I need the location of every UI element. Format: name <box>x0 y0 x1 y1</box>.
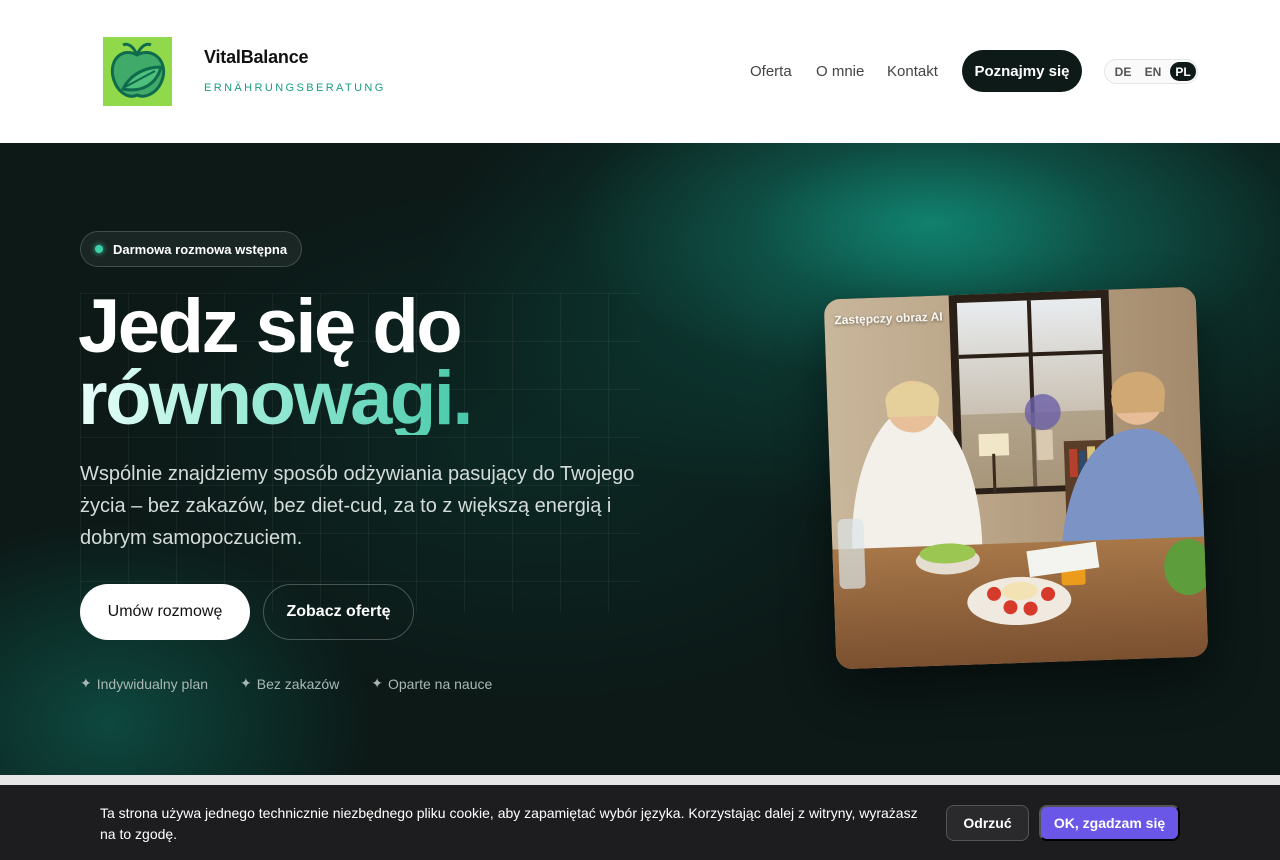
cookie-text: Ta strona używa jednego technicznie niez… <box>100 805 918 842</box>
status-dot-icon <box>95 245 103 253</box>
reject-cookies-button[interactable]: Odrzuć <box>946 805 1029 841</box>
lang-en[interactable]: EN <box>1141 62 1165 81</box>
sparkle-icon: ✦ <box>80 675 92 691</box>
lang-de[interactable]: DE <box>1111 62 1135 81</box>
apple-leaf-icon <box>103 37 172 106</box>
lets-meet-button[interactable]: Poznajmy się <box>962 50 1082 92</box>
hero-photo: Zastępczy obraz AI <box>823 286 1209 670</box>
feature-label: Indywidualny plan <box>96 675 209 692</box>
accept-cookies-button[interactable]: OK, zgadzam się <box>1039 805 1180 841</box>
section-divider <box>0 775 1280 785</box>
headline-line-2: równowagi. <box>78 356 474 441</box>
hero-headline: Jedz się do równowagi. <box>78 289 474 441</box>
sparkle-icon: ✦ <box>240 675 252 691</box>
feature-item: ✦ Indywidualny plan <box>80 675 208 692</box>
see-offer-button[interactable]: Zobacz ofertę <box>263 584 414 640</box>
lang-pl[interactable]: PL <box>1170 62 1196 81</box>
nav-kontakt[interactable]: Kontakt <box>887 63 938 80</box>
sparkle-icon: ✦ <box>371 675 383 691</box>
free-consultation-badge: Darmowa rozmowa wstępna <box>80 231 303 267</box>
nav-oferta[interactable]: Oferta <box>750 63 792 80</box>
book-call-button[interactable]: Umów rozmowę <box>80 584 250 640</box>
badge-text: Darmowa rozmowa wstępna <box>113 241 288 257</box>
language-switcher: DE EN PL <box>1104 59 1198 84</box>
brand-tagline: ERNÄHRUNGSBERATUNG <box>204 82 386 94</box>
nav-o-mnie[interactable]: O mnie <box>816 63 864 80</box>
consultation-photo-illustration <box>823 286 1209 670</box>
brand-name[interactable]: VitalBalance <box>204 47 309 68</box>
feature-list: ✦ Indywidualny plan ✦ Bez zakazów ✦ Opar… <box>80 675 492 692</box>
feature-item: ✦ Bez zakazów <box>240 675 339 692</box>
feature-label: Oparte na nauce <box>387 675 493 692</box>
hero-section: Darmowa rozmowa wstępna Jedz się do równ… <box>0 143 1280 775</box>
cookie-banner: Ta strona używa jednego technicznie niez… <box>0 785 1280 860</box>
site-header: VitalBalance ERNÄHRUNGSBERATUNG Oferta O… <box>0 0 1280 143</box>
logo[interactable] <box>103 37 172 106</box>
feature-label: Bez zakazów <box>256 675 340 692</box>
feature-item: ✦ Oparte na nauce <box>371 675 492 692</box>
hero-description: Wspólnie znajdziemy sposób odżywiania pa… <box>80 463 635 549</box>
